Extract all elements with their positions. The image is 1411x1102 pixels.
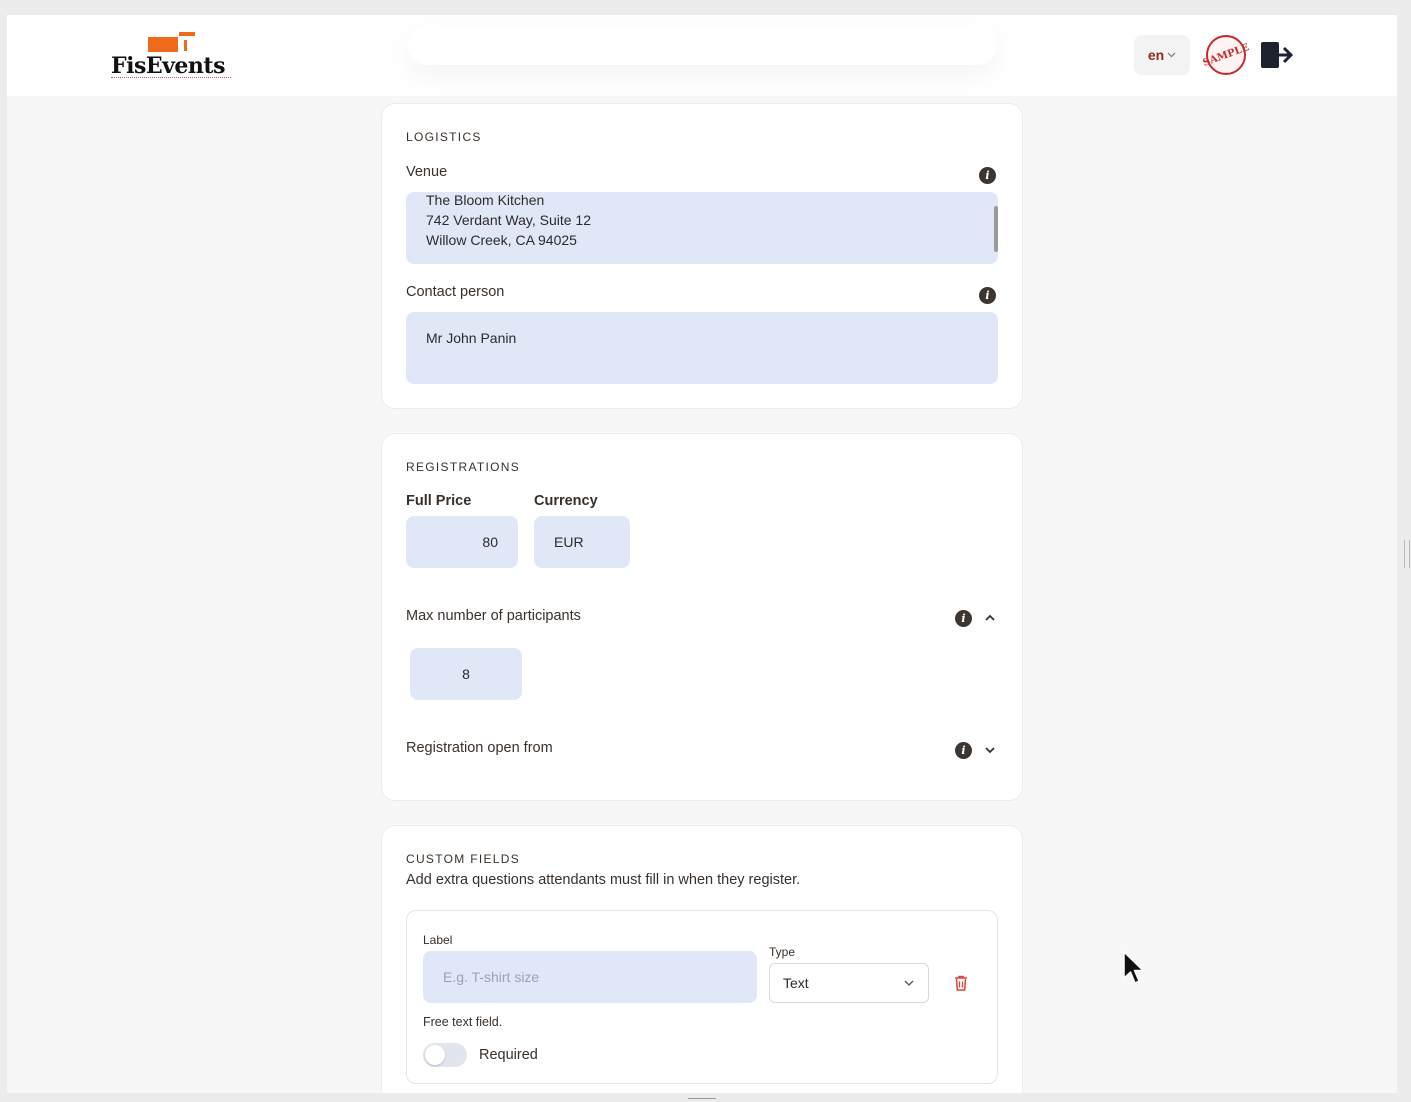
max-participants-label: Max number of participants [406, 608, 581, 624]
app-window: FisEvents en SAMPLE LOGISTICS Venue i Th… [7, 15, 1397, 1093]
venue-line: The Bloom Kitchen [426, 192, 545, 208]
section-title: REGISTRATIONS [406, 460, 521, 474]
info-icon[interactable]: i [979, 167, 996, 184]
registrations-card: REGISTRATIONS Full Price 80 Currency EUR… [381, 433, 1023, 801]
required-label: Required [479, 1047, 538, 1063]
full-price-value: 80 [482, 534, 498, 550]
top-header: FisEvents en SAMPLE [7, 15, 1397, 96]
avatar[interactable]: SAMPLE [1201, 35, 1251, 75]
currency-input[interactable]: EUR [534, 516, 630, 568]
chevron-down-icon [1167, 52, 1176, 58]
field-label-placeholder: E.g. T-shirt size [443, 969, 540, 985]
logo-mark-pole [184, 40, 187, 51]
registration-open-from-label: Registration open from [406, 740, 553, 756]
required-toggle[interactable] [423, 1043, 467, 1067]
field-label-input[interactable]: E.g. T-shirt size [423, 951, 757, 1003]
avatar-stamp-text: SAMPLE [1201, 41, 1251, 69]
chevron-down-icon[interactable] [984, 746, 996, 754]
logo-text: FisEvents [111, 53, 225, 79]
header-decoration [407, 25, 997, 65]
field-type-select[interactable]: Text [769, 963, 929, 1003]
logo-underline [111, 77, 231, 79]
logout-icon[interactable] [1260, 41, 1294, 69]
full-price-input[interactable]: 80 [406, 516, 518, 568]
contact-person-value: Mr John Panin [426, 330, 517, 346]
info-icon[interactable]: i [979, 287, 996, 304]
contact-person-textarea[interactable]: Mr John Panin [406, 312, 998, 384]
toggle-knob [425, 1045, 445, 1065]
section-title: CUSTOM FIELDS [406, 852, 521, 866]
resize-handle[interactable] [1404, 540, 1410, 568]
mouse-cursor-icon [1123, 951, 1144, 984]
language-value: en [1147, 47, 1165, 63]
contact-person-label: Contact person [406, 284, 505, 300]
field-type-label: Type [769, 945, 796, 959]
app-logo[interactable]: FisEvents [111, 31, 233, 81]
venue-text: The Bloom Kitchen 742 Verdant Way, Suite… [426, 192, 591, 250]
logo-mark [148, 37, 178, 52]
section-title: LOGISTICS [406, 130, 482, 144]
max-participants-input[interactable]: 8 [410, 648, 522, 700]
venue-textarea[interactable]: The Bloom Kitchen 742 Verdant Way, Suite… [406, 192, 998, 264]
chevron-up-icon[interactable] [984, 614, 996, 622]
venue-line: Willow Creek, CA 94025 [426, 232, 577, 248]
chevron-down-icon [904, 980, 914, 986]
logistics-card: LOGISTICS Venue i The Bloom Kitchen 742 … [381, 103, 1023, 409]
info-icon[interactable]: i [955, 742, 972, 759]
info-icon[interactable]: i [955, 610, 972, 627]
custom-fields-description: Add extra questions attendants must fill… [406, 872, 801, 888]
currency-value: EUR [554, 534, 584, 550]
trash-icon[interactable] [954, 975, 968, 991]
field-label-label: Label [423, 933, 453, 947]
field-type-hint: Free text field. [423, 1015, 503, 1029]
venue-line: 742 Verdant Way, Suite 12 [426, 212, 591, 228]
full-price-label: Full Price [406, 493, 472, 509]
custom-field-item: Label E.g. T-shirt size Type Text Free t… [406, 910, 998, 1084]
venue-label: Venue [406, 164, 448, 180]
textarea-scrollbar[interactable] [994, 206, 998, 252]
logo-mark-top [179, 32, 195, 36]
currency-label: Currency [534, 493, 598, 509]
field-type-value: Text [783, 975, 809, 991]
custom-fields-card: CUSTOM FIELDS Add extra questions attend… [381, 825, 1023, 1093]
language-selector[interactable]: en [1134, 35, 1190, 75]
bottom-resize-handle[interactable] [688, 1098, 716, 1099]
max-participants-value: 8 [462, 666, 470, 682]
